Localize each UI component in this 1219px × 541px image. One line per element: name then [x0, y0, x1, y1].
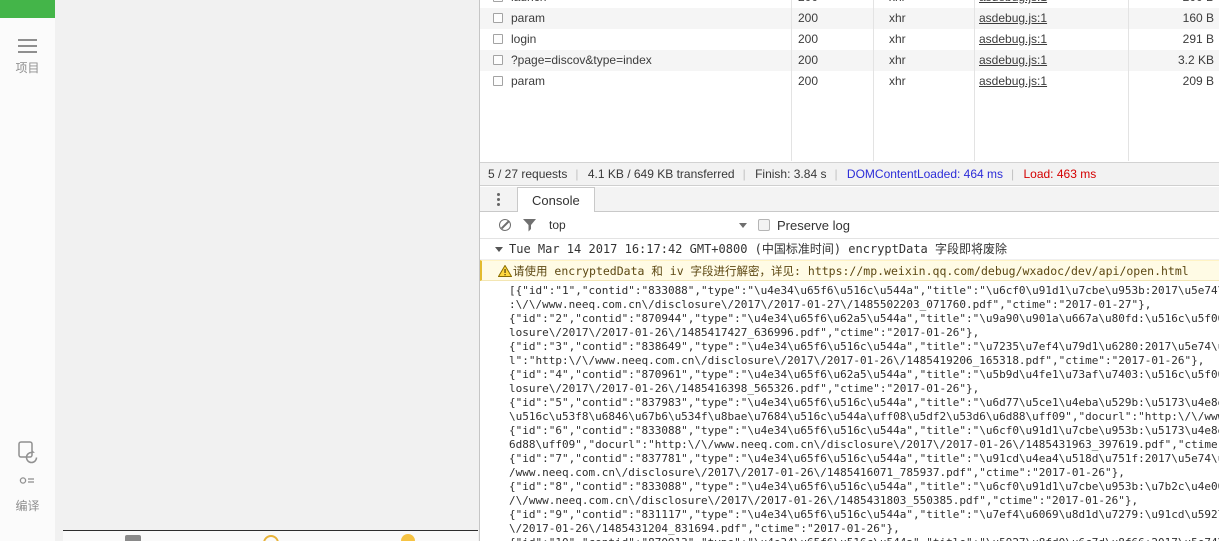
console-json-line: /\/www.neeq.com.cn\/disclosure\/2017\/20… [509, 494, 1139, 507]
filter-icon[interactable] [523, 219, 537, 232]
console-warning-row: 请使用 encryptedData 和 iv 字段进行解密，详见: https:… [480, 260, 1219, 281]
hamburger-menu-icon[interactable] [18, 39, 37, 57]
request-type: xhr [889, 74, 906, 88]
console-json-line: l":"http:\/\/www.neeq.com.cn\/disclosure… [509, 354, 1205, 367]
request-type: xhr [889, 11, 906, 25]
console-toolbar: top Preserve log [480, 212, 1219, 239]
request-status: 200 [798, 32, 819, 46]
console-json-line: losure\/2017\/2017-01-26\/1485417427_636… [509, 326, 980, 339]
console-json-line: {"id":"5","contid":"837983","type":"\u4e… [509, 396, 1219, 409]
console-tab-bar: Console [480, 187, 1219, 212]
summary-load: Load: 463 ms [1023, 167, 1097, 181]
console-json-line: {"id":"4","contid":"870961","type":"\u4e… [509, 368, 1219, 381]
console-json-line: \u516c\u53f8\u6846\u67b6\u534f\u8bae\u76… [509, 410, 1219, 423]
network-row[interactable]: login 200 xhr asdebug.js:1 291 B [480, 29, 1219, 50]
console-json-line: [{"id":"1","contid":"833088","type":"\u4… [509, 284, 1219, 297]
network-rows: param 200 xhr asdebug.js:1 160 B login 2… [480, 8, 1219, 92]
kebab-menu-icon[interactable] [497, 193, 501, 208]
console-group-row[interactable]: Tue Mar 14 2017 16:17:42 GMT+0800 (中国标准时… [480, 239, 1219, 260]
devtools-panel: launch 200 xhr asdebug.js:1 200 B param … [479, 0, 1219, 541]
column-divider [1128, 0, 1129, 161]
console-json-output: [{"id":"1","contid":"833088","type":"\u4… [509, 284, 1219, 541]
console-group-text: Tue Mar 14 2017 16:17:42 GMT+0800 (中国标准时… [509, 242, 1008, 256]
request-size: 160 B [1182, 11, 1214, 25]
wechat-devtools-window: 项目 编译 launch [0, 0, 1219, 541]
request-size: 209 B [1182, 74, 1214, 88]
tab-console[interactable]: Console [517, 187, 595, 212]
tabbar-icon-1[interactable] [125, 535, 141, 541]
console-warning-text: 请使用 encryptedData 和 iv 字段进行解密，详见: https:… [513, 264, 1189, 278]
sidebar-item-compile[interactable]: 编译 [0, 497, 55, 514]
request-name: launch [511, 0, 546, 8]
request-name: param [511, 74, 546, 88]
warning-icon [498, 265, 512, 277]
request-status: 200 [798, 11, 819, 25]
tabbar-icon-3[interactable] [401, 534, 415, 541]
summary-transferred: 4.1 KB / 649 KB transferred [588, 167, 746, 181]
request-initiator-link[interactable]: asdebug.js:1 [979, 71, 1047, 92]
network-row[interactable]: param 200 xhr asdebug.js:1 160 B [480, 8, 1219, 29]
network-row-partial[interactable]: launch 200 xhr asdebug.js:1 200 B [480, 0, 1219, 8]
column-divider [974, 0, 975, 161]
request-status: 200 [798, 53, 819, 67]
simulator-viewport [55, 0, 479, 541]
row-checkbox[interactable] [493, 13, 503, 23]
request-initiator-link[interactable]: asdebug.js:1 [979, 50, 1047, 71]
tabbar-icon-2[interactable] [263, 535, 279, 541]
network-request-table: launch 200 xhr asdebug.js:1 200 B param … [480, 0, 1219, 161]
execution-context-select[interactable]: top [546, 212, 751, 239]
request-initiator-link[interactable]: asdebug.js:1 [979, 0, 1047, 8]
preserve-log-label[interactable]: Preserve log [777, 212, 850, 239]
request-initiator-link[interactable]: asdebug.js:1 [979, 29, 1047, 50]
sidebar-item-project[interactable]: 项目 [0, 59, 55, 76]
request-size: 200 B [1183, 0, 1214, 8]
request-name: ?page=discov&type=index [511, 53, 652, 67]
brand-green-bar [0, 0, 55, 18]
console-json-line: /www.neeq.com.cn\/disclosure\/2017\/2017… [509, 466, 1125, 479]
console-json-line: {"id":"10","contid":"870913","type":"\u4… [509, 536, 1219, 541]
network-row[interactable]: ?page=discov&type=index 200 xhr asdebug.… [480, 50, 1219, 71]
chevron-down-icon [739, 223, 747, 228]
console-json-line: losure\/2017\/2017-01-26\/1485416398_565… [509, 382, 980, 395]
console-json-line: {"id":"9","contid":"831117","type":"\u4e… [509, 508, 1219, 521]
context-value: top [549, 218, 566, 232]
preserve-log-checkbox[interactable] [758, 219, 770, 231]
simulator-tabbar [63, 531, 478, 541]
request-size: 3.2 KB [1177, 53, 1214, 67]
console-json-line: {"id":"6","contid":"833088","type":"\u4e… [509, 424, 1219, 437]
network-summary-bar: 5 / 27 requests 4.1 KB / 649 KB transfer… [480, 162, 1219, 186]
request-status: 200 [798, 74, 819, 88]
console-json-line: :\/\/www.neeq.com.cn\/disclosure\/2017\/… [509, 298, 1152, 311]
summary-requests: 5 / 27 requests [488, 167, 579, 181]
sidebar: 项目 编译 [0, 0, 56, 541]
clear-console-icon[interactable] [499, 219, 511, 231]
request-size: 291 B [1182, 32, 1214, 46]
compile-icon[interactable] [15, 440, 41, 466]
column-divider [791, 0, 792, 161]
expand-triangle-icon[interactable] [495, 247, 503, 252]
summary-finish: Finish: 3.84 s [755, 167, 838, 181]
row-checkbox[interactable] [493, 34, 503, 44]
row-checkbox[interactable] [493, 55, 503, 65]
console-json-line: \/2017-01-26\/1485431204_831694.pdf","ct… [509, 522, 900, 535]
console-json-line: {"id":"3","contid":"838649","type":"\u4e… [509, 340, 1219, 353]
console-json-line: {"id":"8","contid":"833088","type":"\u4e… [509, 480, 1219, 493]
console-output: Tue Mar 14 2017 16:17:42 GMT+0800 (中国标准时… [480, 239, 1219, 541]
request-status: 200 [798, 0, 818, 8]
console-json-line: 6d88\uff09","docurl":"http:\/\/www.neeq.… [509, 438, 1219, 451]
console-json-line: {"id":"7","contid":"837781","type":"\u4e… [509, 452, 1219, 465]
console-json-line: {"id":"2","contid":"870944","type":"\u4e… [509, 312, 1219, 325]
row-checkbox[interactable] [493, 0, 503, 2]
summary-dom-content-loaded: DOMContentLoaded: 464 ms [847, 167, 1014, 181]
request-initiator-link[interactable]: asdebug.js:1 [979, 8, 1047, 29]
column-divider [873, 0, 874, 161]
network-row[interactable]: param 200 xhr asdebug.js:1 209 B [480, 71, 1219, 92]
request-type: xhr [889, 53, 906, 67]
request-name: param [511, 11, 546, 25]
row-checkbox[interactable] [493, 76, 503, 86]
request-type: xhr [889, 0, 906, 8]
mini-settings-icon[interactable] [19, 476, 36, 485]
request-name: login [511, 32, 537, 46]
request-type: xhr [889, 32, 906, 46]
